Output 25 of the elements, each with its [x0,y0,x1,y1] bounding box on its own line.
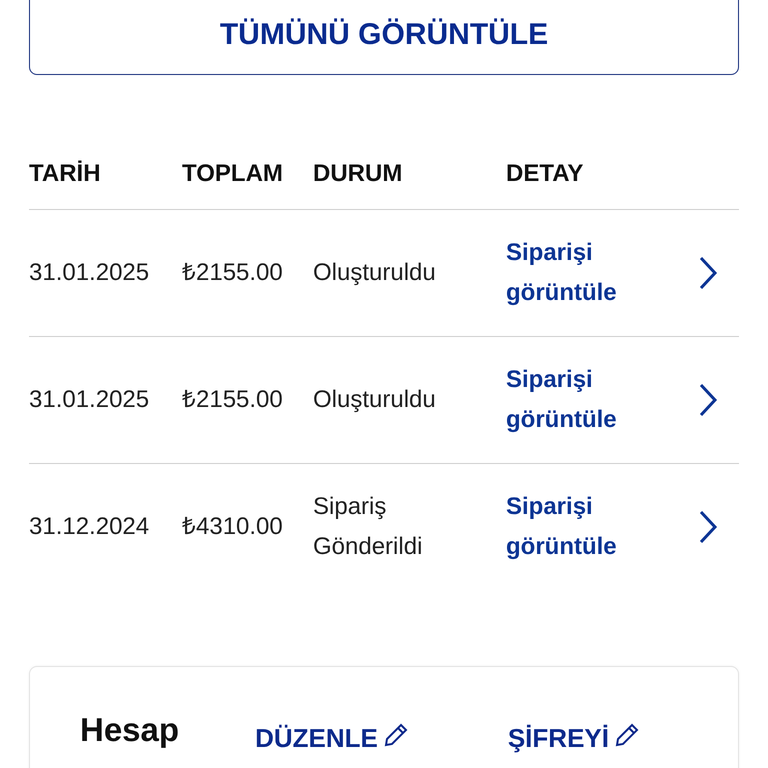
pencil-icon[interactable] [384,723,408,747]
view-order-link[interactable]: Siparişi görüntüle [506,360,646,440]
total-cell-text: ₺4310.00 [182,512,284,542]
view-order-link[interactable]: Siparişi görüntüle [506,487,646,567]
total-cell-text: ₺2155.00 [182,385,284,415]
view-all-button[interactable]: TÜMÜNÜ GÖRÜNTÜLE [29,0,739,75]
password-link[interactable]: ŞİFREYİ [508,723,609,754]
status-cell-text: Oluşturuldu [313,258,437,288]
chevron-right-icon[interactable] [698,256,718,290]
chevron-right-icon[interactable] [698,383,718,417]
status-cell-text: Oluşturuldu [313,385,437,415]
date-cell-text: 31.01.2025 [29,258,150,288]
date-cell-text: 31.01.2025 [29,385,150,415]
edit-link[interactable]: DÜZENLE [255,723,378,754]
column-header: TOPLAM [182,160,284,188]
column-header: DURUM [313,160,404,188]
date-cell-text: 31.12.2024 [29,512,150,542]
status-cell-text: Sipariş Gönderildi [313,492,424,562]
view-order-link[interactable]: Siparişi görüntüle [506,233,646,313]
pencil-icon[interactable] [614,723,639,747]
column-header: DETAY [506,160,584,188]
total-cell-text: ₺2155.00 [182,258,284,288]
column-header: TARİH [29,160,102,188]
chevron-right-icon[interactable] [698,510,718,544]
account-title: Hesap [80,711,180,749]
